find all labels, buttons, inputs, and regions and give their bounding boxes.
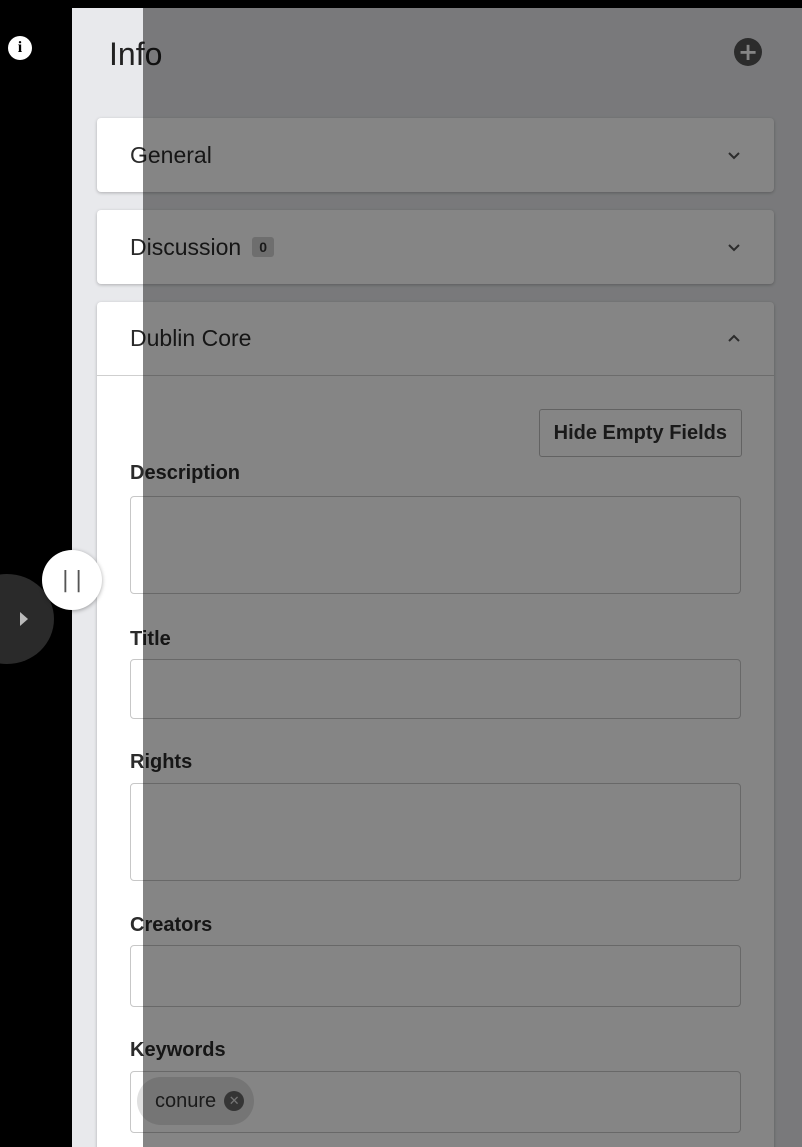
info-icon[interactable]: i bbox=[8, 36, 32, 60]
resize-handle-icon[interactable]: || bbox=[42, 550, 102, 610]
dim-overlay bbox=[143, 0, 802, 1147]
arrow-right-icon bbox=[20, 612, 28, 626]
